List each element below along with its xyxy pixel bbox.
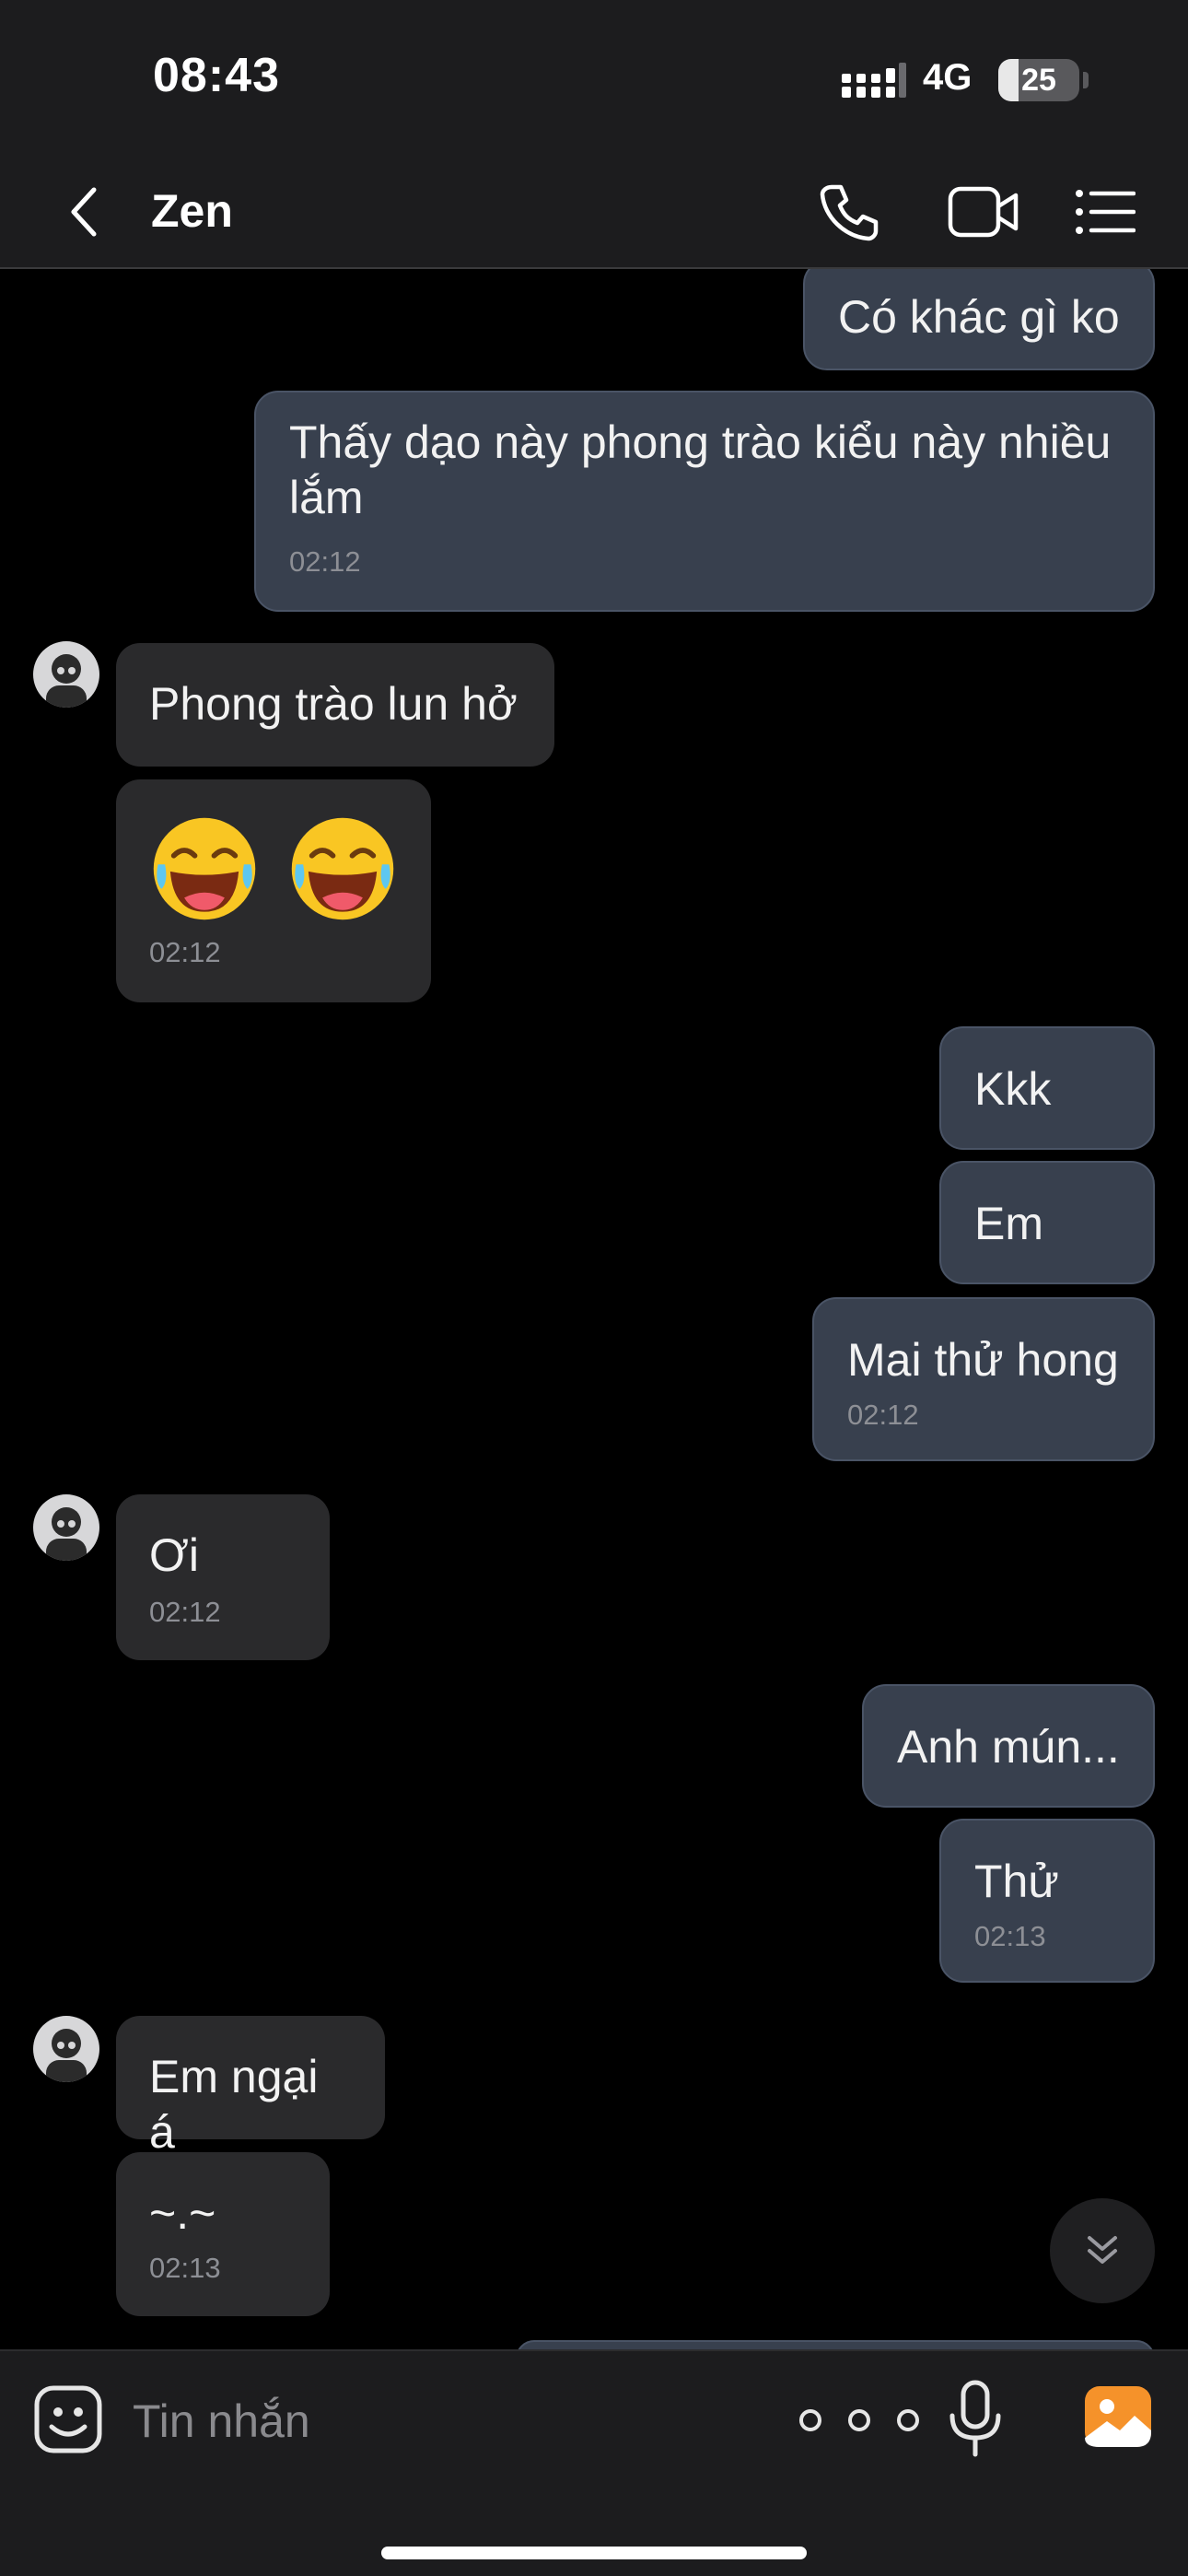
scroll-to-bottom-button[interactable] bbox=[1050, 2198, 1155, 2303]
photo-gallery-icon[interactable] bbox=[1083, 2384, 1153, 2449]
message-bubble-outgoing[interactable]: Thấy dạo này phong trào kiểu này nhiều l… bbox=[254, 391, 1155, 612]
message-bubble-outgoing[interactable]: Thử 02:13 bbox=[939, 1819, 1155, 1983]
laughing-emoji-icon bbox=[291, 817, 394, 920]
message-bubble-incoming[interactable]: Phong trào lun hở bbox=[116, 643, 554, 767]
chat-header: Zen bbox=[0, 157, 1188, 269]
emoji-row bbox=[149, 811, 398, 927]
chat-screen: 08:43 4G 25 Zen Có khác gì ko Thấy dạo n… bbox=[0, 0, 1188, 2576]
message-text: Có khác gì ko bbox=[838, 291, 1120, 343]
contact-avatar[interactable] bbox=[33, 1494, 99, 1561]
message-time: 02:12 bbox=[149, 936, 221, 968]
message-text: Thấy dạo này phong trào kiểu này nhiều l… bbox=[289, 416, 1112, 523]
message-bubble-incoming[interactable]: Ơi 02:12 bbox=[116, 1494, 330, 1660]
message-bubble-outgoing[interactable]: Có khác gì ko bbox=[803, 269, 1155, 370]
message-time: 02:13 bbox=[974, 1920, 1046, 1952]
menu-list-icon bbox=[1076, 190, 1136, 234]
message-list[interactable]: Có khác gì ko Thấy dạo này phong trào ki… bbox=[0, 269, 1188, 2349]
message-text: Anh mún... bbox=[897, 1721, 1120, 1773]
video-call-button[interactable] bbox=[938, 175, 1030, 249]
status-time: 08:43 bbox=[153, 49, 280, 102]
contact-avatar[interactable] bbox=[33, 641, 99, 708]
message-bubble-outgoing[interactable]: Anh mún... bbox=[862, 1684, 1155, 1808]
contact-avatar[interactable] bbox=[33, 2016, 99, 2082]
battery-nub bbox=[1083, 72, 1089, 88]
double-chevron-down-icon bbox=[1088, 2236, 1117, 2264]
microphone-icon[interactable] bbox=[943, 2379, 1007, 2458]
message-text: ~.~ bbox=[149, 2187, 216, 2239]
message-bubble-outgoing[interactable]: Mai thử hong 02:12 bbox=[812, 1297, 1155, 1461]
message-bubble-incoming[interactable]: ~.~ 02:13 bbox=[116, 2152, 330, 2316]
message-text: Phong trào lun hở bbox=[149, 678, 518, 730]
message-text: Mai thử hong bbox=[847, 1334, 1119, 1386]
signal-icon bbox=[842, 63, 906, 98]
message-time: 02:12 bbox=[847, 1399, 919, 1431]
network-type: 4G bbox=[923, 57, 973, 98]
contact-name[interactable]: Zen bbox=[151, 184, 233, 238]
message-text: Kkk bbox=[974, 1063, 1052, 1115]
message-bubble-outgoing[interactable]: Em bbox=[939, 1161, 1155, 1284]
message-input[interactable] bbox=[131, 2379, 779, 2464]
back-icon bbox=[71, 187, 97, 237]
message-bubble-incoming[interactable]: 02:12 bbox=[116, 779, 431, 1002]
home-indicator bbox=[381, 2547, 807, 2559]
message-time: 02:12 bbox=[289, 545, 361, 578]
chat-options-button[interactable] bbox=[1068, 175, 1142, 249]
battery-level: 25 bbox=[1021, 63, 1056, 98]
message-composer bbox=[0, 2349, 1188, 2576]
more-dot-icon bbox=[799, 2409, 821, 2431]
more-dot-icon bbox=[848, 2409, 870, 2431]
sticker-icon[interactable] bbox=[33, 2384, 103, 2454]
more-dot-icon bbox=[897, 2409, 919, 2431]
message-text: Ơi bbox=[149, 1529, 199, 1581]
message-text: Em ngại á bbox=[149, 2051, 319, 2158]
voice-call-button[interactable] bbox=[812, 175, 886, 249]
phone-icon bbox=[820, 184, 879, 241]
status-bar: 08:43 4G 25 bbox=[0, 0, 1188, 157]
message-bubble-outgoing-partial[interactable] bbox=[516, 2340, 1155, 2349]
message-text: Thử bbox=[974, 1856, 1059, 1907]
message-time: 02:12 bbox=[149, 1596, 221, 1628]
back-button[interactable] bbox=[50, 177, 120, 247]
battery-icon: 25 bbox=[998, 59, 1079, 101]
message-time: 02:13 bbox=[149, 2252, 221, 2284]
message-bubble-outgoing[interactable]: Kkk bbox=[939, 1026, 1155, 1150]
message-bubble-incoming[interactable]: Em ngại á bbox=[116, 2016, 385, 2158]
message-text: Em bbox=[974, 1198, 1043, 1249]
laughing-emoji-icon bbox=[153, 817, 256, 920]
video-camera-icon bbox=[948, 186, 1019, 238]
more-options-button[interactable] bbox=[799, 2397, 919, 2443]
